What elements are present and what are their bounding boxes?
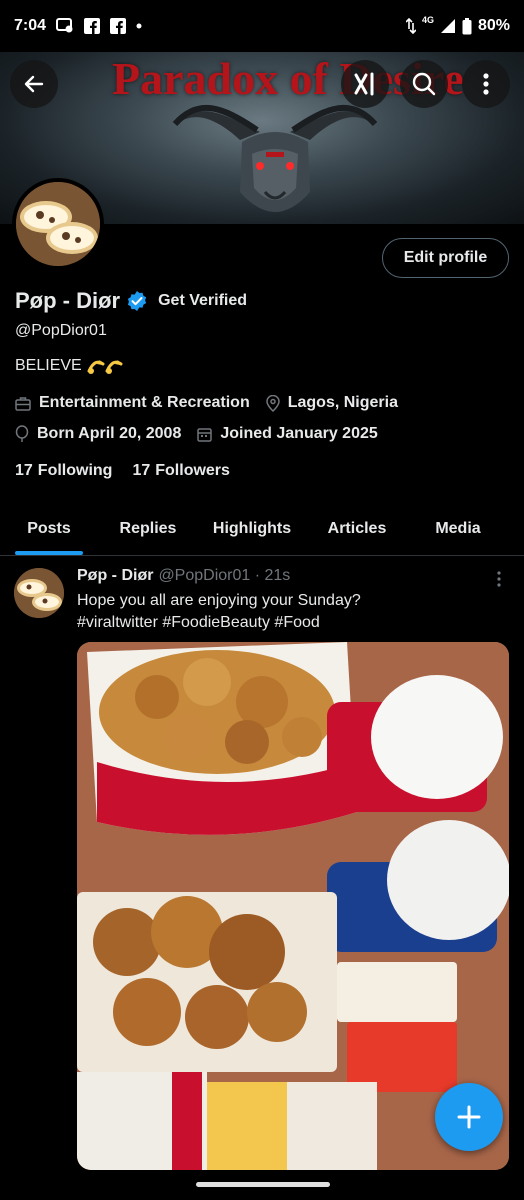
post-hashtags[interactable]: #viraltwitter #FoodieBeauty #Food bbox=[77, 612, 497, 634]
network-type: 4G bbox=[421, 15, 434, 25]
dot-icon bbox=[136, 23, 142, 29]
tab-highlights[interactable]: Highlights bbox=[198, 503, 306, 555]
birthday-item: Born April 20, 2008 bbox=[15, 425, 181, 443]
post-handle-time: @PopDior01 · 21s bbox=[158, 567, 291, 584]
dizzy-emoji-icon bbox=[86, 356, 124, 376]
status-time: 7:04 bbox=[14, 17, 47, 34]
tab-media[interactable]: Media bbox=[408, 503, 508, 555]
battery-icon bbox=[462, 17, 472, 35]
post-author-name[interactable]: Pøp - Diør bbox=[77, 567, 153, 585]
goat-artwork bbox=[172, 104, 378, 212]
food-photo-icon bbox=[16, 182, 100, 266]
profile-bio: BELIEVE bbox=[15, 356, 124, 376]
post-text-line: Hope you all are enjoying your Sunday? bbox=[77, 592, 361, 609]
follow-stats: 17 Following 17 Followers bbox=[15, 462, 250, 480]
tab-replies[interactable]: Replies bbox=[98, 503, 198, 555]
chat-notification-icon bbox=[56, 18, 74, 34]
post-author-avatar[interactable] bbox=[14, 568, 64, 618]
post-header: Pøp - Diør @PopDior01 · 21s bbox=[77, 567, 290, 585]
edit-profile-button[interactable]: Edit profile bbox=[382, 238, 509, 278]
plus-icon bbox=[457, 1105, 481, 1129]
following-label[interactable]: Following bbox=[38, 462, 113, 480]
grok-icon bbox=[354, 72, 374, 96]
profile-avatar[interactable] bbox=[12, 178, 104, 270]
location-item: Lagos, Nigeria bbox=[265, 394, 398, 412]
search-icon bbox=[412, 72, 436, 96]
back-arrow-icon bbox=[24, 75, 44, 93]
battery-percent: 80% bbox=[477, 17, 510, 34]
more-options-button[interactable] bbox=[462, 60, 510, 108]
profile-name-row: Pøp - Diør Get Verified bbox=[15, 288, 247, 314]
facebook-notification-icon bbox=[110, 18, 127, 34]
grok-button[interactable] bbox=[341, 60, 389, 108]
post-more-icon[interactable] bbox=[494, 570, 504, 588]
tab-posts[interactable]: Posts bbox=[0, 503, 98, 555]
profile-meta-row-2: Born April 20, 2008 Joined January 2025 bbox=[15, 425, 394, 443]
food-photo-icon bbox=[14, 568, 64, 618]
profile-handle: @PopDior01 bbox=[15, 322, 107, 339]
location-pin-icon bbox=[265, 394, 280, 412]
more-vertical-icon bbox=[483, 73, 489, 95]
display-name: Pøp - Diør bbox=[15, 288, 121, 313]
signal-icon bbox=[440, 18, 456, 34]
tab-articles[interactable]: Articles bbox=[306, 503, 408, 555]
calendar-icon bbox=[197, 427, 213, 442]
location-text: Lagos, Nigeria bbox=[287, 394, 398, 411]
verified-badge-icon bbox=[128, 291, 147, 311]
category-item: Entertainment & Recreation bbox=[15, 394, 250, 412]
fried-chicken-photo-icon bbox=[77, 642, 509, 1170]
back-button[interactable] bbox=[10, 60, 58, 108]
post-image[interactable] bbox=[77, 642, 509, 1170]
data-arrows-icon bbox=[405, 18, 416, 34]
balloon-icon bbox=[15, 425, 29, 442]
compose-button[interactable] bbox=[435, 1083, 503, 1151]
status-bar: 7:04 4G 80% bbox=[0, 0, 524, 52]
search-button[interactable] bbox=[400, 60, 448, 108]
get-verified-link[interactable]: Get Verified bbox=[158, 292, 247, 310]
facebook-notification-icon bbox=[84, 18, 101, 34]
home-indicator[interactable] bbox=[196, 1182, 330, 1187]
post-text: Hope you all are enjoying your Sunday? #… bbox=[77, 590, 497, 634]
joined-item: Joined January 2025 bbox=[197, 425, 378, 443]
following-count[interactable]: 17 bbox=[15, 462, 33, 480]
joined-text: Joined January 2025 bbox=[220, 425, 378, 442]
followers-count[interactable]: 17 bbox=[132, 462, 150, 480]
profile-tabs: Posts Replies Highlights Articles Media bbox=[0, 503, 524, 556]
birthday-text: Born April 20, 2008 bbox=[37, 425, 182, 442]
profile-meta-row-1: Entertainment & Recreation Lagos, Nigeri… bbox=[15, 394, 414, 412]
category-text: Entertainment & Recreation bbox=[39, 394, 250, 411]
followers-label[interactable]: Followers bbox=[155, 462, 230, 480]
bio-text: BELIEVE bbox=[15, 357, 82, 374]
briefcase-icon bbox=[15, 396, 31, 411]
